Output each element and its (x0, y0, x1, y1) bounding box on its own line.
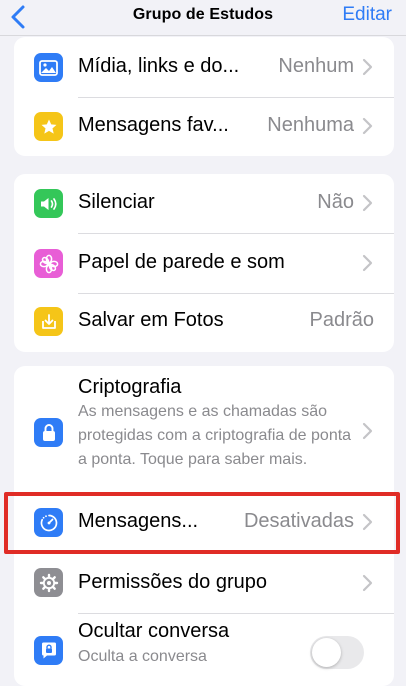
download-icon (34, 307, 63, 336)
media-links-docs-row[interactable]: Mídia, links e do... Nenhum (14, 37, 394, 97)
chevron-right-icon (362, 58, 374, 76)
nav-divider (0, 35, 406, 36)
save-to-photos-value: Padrão (309, 309, 375, 331)
media-section: Mídia, links e do... Nenhum Mensagens fa… (14, 37, 394, 156)
media-links-docs-value: Nenhum (278, 55, 354, 77)
edit-button[interactable]: Editar (342, 4, 392, 26)
wallpaper-sound-row[interactable]: Papel de parede e som (14, 233, 394, 293)
encryption-row[interactable]: Criptografia As mensagens e as chamadas … (14, 366, 394, 492)
toggle-knob (312, 638, 341, 667)
chevron-right-icon (362, 117, 374, 135)
chevron-right-icon (362, 422, 374, 440)
preferences-section: Silenciar Não Papel de parede e som Salv… (14, 174, 394, 352)
group-permissions-row[interactable]: Permissões do grupo (14, 552, 394, 613)
chevron-right-icon (362, 194, 374, 212)
media-links-docs-label: Mídia, links e do... (78, 55, 240, 77)
lock-chat-icon (34, 636, 63, 665)
lock-chat-toggle[interactable] (310, 636, 364, 669)
photo-icon (34, 53, 63, 82)
gear-icon (34, 568, 63, 597)
lock-icon (34, 418, 63, 447)
starred-messages-row[interactable]: Mensagens fav... Nenhuma (14, 97, 394, 156)
star-icon (34, 112, 63, 141)
chevron-right-icon (362, 254, 374, 272)
chevron-right-icon (362, 574, 374, 592)
wallpaper-sound-label: Papel de parede e som (78, 251, 285, 273)
save-to-photos-label: Salvar em Fotos (78, 309, 224, 331)
save-to-photos-row[interactable]: Salvar em Fotos Padrão (14, 293, 394, 352)
speaker-icon (34, 189, 63, 218)
mute-label: Silenciar (78, 191, 155, 213)
starred-messages-label: Mensagens fav... (78, 114, 229, 136)
highlight-box (4, 492, 400, 554)
lock-chat-label: Ocultar conversa (78, 620, 230, 642)
mute-value: Não (317, 191, 354, 213)
navigation-bar: Grupo de Estudos Editar (0, 0, 406, 36)
group-permissions-label: Permissões do grupo (78, 571, 267, 593)
encryption-description: As mensagens e as chamadas são protegida… (78, 403, 352, 468)
encryption-label: Criptografia (78, 376, 182, 398)
mute-row[interactable]: Silenciar Não (14, 174, 394, 233)
flower-icon (34, 249, 63, 278)
starred-messages-value: Nenhuma (267, 114, 354, 136)
